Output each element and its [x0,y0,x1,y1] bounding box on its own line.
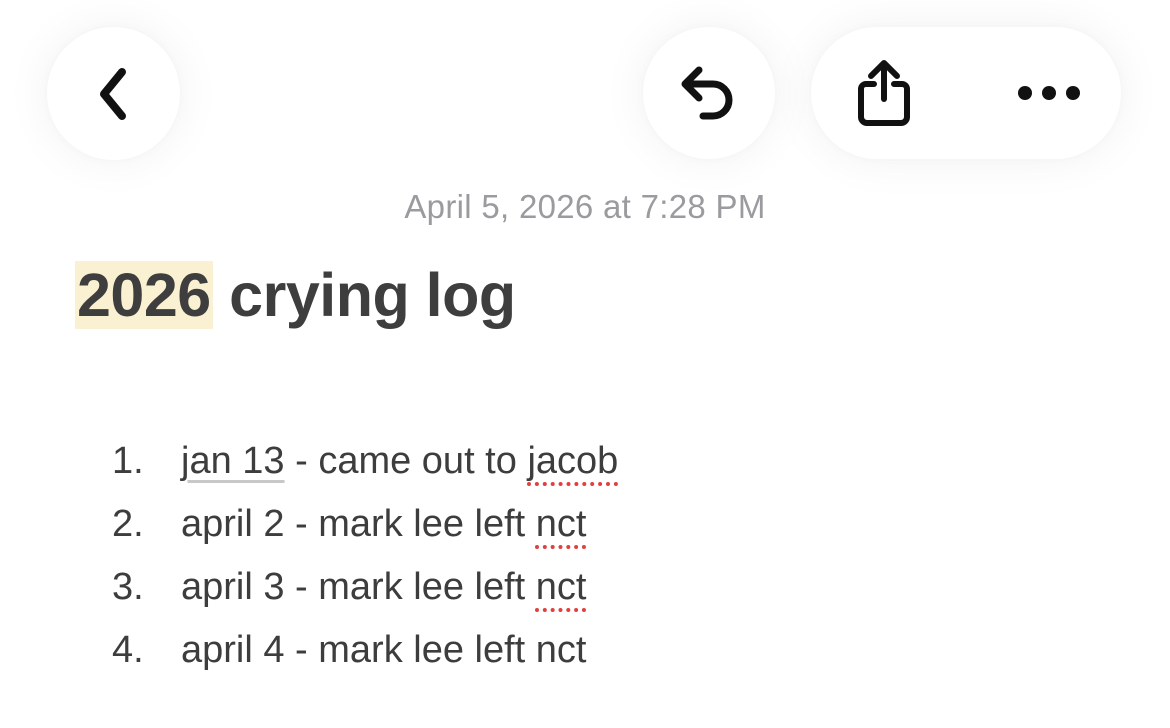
share-button[interactable] [814,27,954,159]
share-icon [858,60,910,126]
misspelled-word[interactable]: jacob [527,440,618,482]
list-item[interactable]: 4. april 4 - mark lee left nct [112,619,618,682]
ellipsis-icon [1018,86,1080,100]
more-button[interactable] [979,27,1119,159]
list-text: april 2 - mark lee left [181,503,536,545]
misspelled-word[interactable]: nct [536,503,587,545]
list-number: 3. [112,566,144,608]
title-highlight: 2026 [75,261,213,329]
list-item[interactable]: 3. april 3 - mark lee left nct [112,556,618,619]
actions-pill [811,27,1121,159]
note-list[interactable]: 1. jan 13 - came out to jacob 2. april 2 -… [112,430,618,682]
date-link[interactable]: jan 13 [181,440,285,482]
list-item[interactable]: 1. jan 13 - came out to jacob [112,430,618,493]
list-number: 2. [112,503,144,545]
title-text: crying log [212,261,516,329]
list-text: - came out to [284,440,528,482]
list-number: 4. [112,629,144,671]
note-title[interactable]: 2026 crying log [75,253,516,337]
misspelled-word[interactable]: nct [536,566,587,608]
undo-button[interactable] [643,27,775,159]
back-button[interactable] [47,27,180,160]
list-text: april 3 - mark lee left [181,566,536,608]
note-timestamp: April 5, 2026 at 7:28 PM [404,188,766,225]
list-number: 1. [112,440,144,482]
list-item[interactable]: 2. april 2 - mark lee left nct [112,493,618,556]
undo-arrow-icon [681,66,733,120]
chevron-left-icon [99,67,126,120]
list-text: april 4 - mark lee left nct [181,629,587,671]
